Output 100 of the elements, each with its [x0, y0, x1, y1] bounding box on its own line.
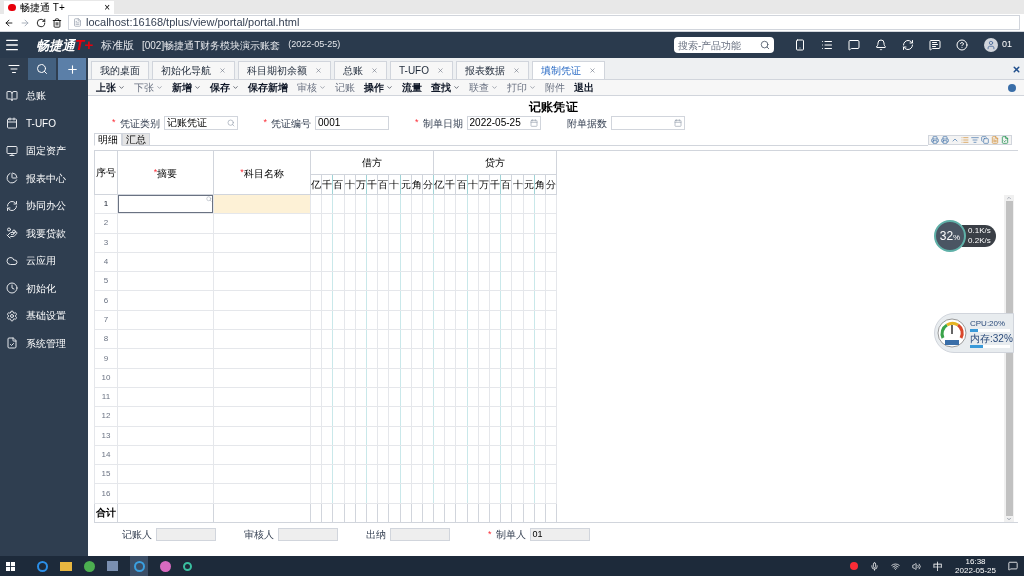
- sidebar-item[interactable]: 协同办公: [0, 192, 88, 220]
- required-mark: *: [240, 166, 244, 177]
- list-icon[interactable]: [821, 39, 833, 51]
- input-method[interactable]: 中: [933, 558, 944, 574]
- back-icon[interactable]: [4, 17, 14, 28]
- field-label: 附单据数: [566, 116, 607, 131]
- download-speed: 0.2K/s: [968, 236, 991, 246]
- row-number: 15: [94, 464, 118, 484]
- app-icon[interactable]: [130, 556, 148, 576]
- message-icon[interactable]: [929, 39, 941, 51]
- sidebar-item[interactable]: 初始化: [0, 274, 88, 302]
- cloud-icon: [6, 254, 18, 267]
- toolbar-button[interactable]: 新增: [172, 80, 201, 95]
- record-icon[interactable]: [850, 562, 859, 570]
- reload-icon[interactable]: [36, 17, 46, 28]
- settings-icon: [6, 309, 18, 322]
- digit-header: 万: [355, 174, 367, 195]
- tab[interactable]: 报表数据: [456, 61, 529, 79]
- book-icon: [6, 89, 18, 102]
- digit-header: 角: [411, 174, 423, 195]
- digit-header: 十: [511, 174, 524, 195]
- cpu-reading: CPU:20%: [970, 318, 1007, 328]
- network-icon[interactable]: [891, 561, 901, 571]
- column-header: 序号: [94, 150, 118, 195]
- tab[interactable]: 科目期初余额: [238, 61, 331, 79]
- sidebar-item[interactable]: 基础设置: [0, 302, 88, 330]
- upload-speed: 0.1K/s: [968, 226, 991, 236]
- app-icon[interactable]: [183, 561, 192, 571]
- notification-icon[interactable]: [1008, 561, 1018, 571]
- sidebar-item[interactable]: 报表中心: [0, 164, 88, 192]
- toolbar-button[interactable]: 保存: [210, 80, 239, 95]
- tab[interactable]: 填制凭证: [532, 61, 605, 79]
- close-icon[interactable]: [1012, 65, 1021, 74]
- digit-header: 万: [478, 174, 490, 195]
- sidebar-item[interactable]: 我要贷款: [0, 219, 88, 247]
- required-mark: *: [488, 527, 492, 541]
- toolbar-button[interactable]: 操作: [364, 80, 393, 95]
- sidebar-item[interactable]: 固定资产: [0, 137, 88, 165]
- digit-header: 千: [489, 174, 501, 195]
- start-icon[interactable]: [6, 561, 15, 571]
- system-widget[interactable]: CPU:20% 内存:32%: [934, 313, 1014, 353]
- folder-icon[interactable]: [60, 561, 72, 571]
- sidebar-item[interactable]: T-UFO: [0, 109, 88, 137]
- tab[interactable]: 初始化导航: [152, 61, 235, 79]
- search-button[interactable]: [28, 58, 56, 80]
- view-tab[interactable]: 汇总: [122, 133, 150, 146]
- close-icon[interactable]: ×: [104, 2, 110, 13]
- field-label: 制单日期: [422, 116, 463, 131]
- add-button[interactable]: [58, 58, 86, 80]
- volume-icon[interactable]: [912, 561, 922, 571]
- menu-icon[interactable]: [4, 37, 20, 53]
- toolbar-button[interactable]: 保存新增: [248, 80, 288, 95]
- digit-header: 亿: [433, 174, 445, 195]
- input-field[interactable]: 记账凭证: [163, 116, 238, 130]
- row-number: 8: [94, 329, 118, 349]
- view-tab[interactable]: 明细: [94, 133, 122, 146]
- memory-reading: 内存:32%: [970, 332, 1013, 344]
- input-field[interactable]: 0001: [315, 116, 390, 130]
- row-number: 7: [94, 310, 118, 330]
- bell-icon[interactable]: [875, 39, 887, 51]
- toolbar-button[interactable]: 查找: [431, 80, 460, 95]
- tab[interactable]: T-UFO: [390, 61, 453, 79]
- search-icon[interactable]: [760, 40, 770, 50]
- input-field[interactable]: [118, 195, 213, 214]
- toolbar-button[interactable]: 退出: [574, 80, 594, 95]
- row-number: 5: [94, 271, 118, 291]
- browser-icon[interactable]: [37, 560, 48, 572]
- row-number: 2: [94, 213, 118, 234]
- address-bar[interactable]: localhost:16168/tplus/view/portal/portal.html: [68, 15, 1020, 30]
- tab[interactable]: 我的桌面: [91, 61, 149, 79]
- row-number: 14: [94, 445, 118, 465]
- required-mark: *: [153, 166, 158, 177]
- sidebar-item[interactable]: 云应用: [0, 247, 88, 275]
- toolbar-button[interactable]: 上张: [96, 80, 125, 95]
- browser-tab[interactable]: 畅捷通 T+ ×: [4, 1, 114, 14]
- signature-field: [390, 527, 450, 541]
- chat-icon[interactable]: [848, 39, 860, 51]
- digit-header: 千: [366, 174, 378, 195]
- trash-icon[interactable]: [52, 17, 62, 28]
- row-number: 10: [94, 368, 118, 388]
- app-icon[interactable]: [84, 560, 95, 572]
- clock-time: 16:38: [965, 557, 986, 566]
- sidebar-item[interactable]: 总账: [0, 82, 88, 110]
- app-icon[interactable]: [160, 560, 171, 572]
- required-mark: *: [263, 116, 268, 130]
- tab[interactable]: 总账: [334, 61, 387, 79]
- row-number: 6: [94, 291, 118, 311]
- microphone-icon[interactable]: [870, 561, 880, 571]
- sidebar-item[interactable]: 系统管理: [0, 329, 88, 357]
- digit-header: 分: [422, 174, 434, 195]
- row-number: 4: [94, 252, 118, 272]
- toolbar-button[interactable]: 流量: [402, 80, 422, 95]
- phone-icon[interactable]: [794, 39, 806, 51]
- input-field[interactable]: 2022-05-25: [466, 116, 541, 130]
- voucher-title: 记账凭证: [528, 99, 578, 112]
- search-field[interactable]: 搜索-产品功能: [674, 37, 774, 53]
- signature-label: 出纳: [366, 527, 386, 542]
- sync-icon[interactable]: [902, 39, 914, 51]
- user-avatar[interactable]: [984, 38, 998, 52]
- hand-coins-icon: [6, 227, 18, 240]
